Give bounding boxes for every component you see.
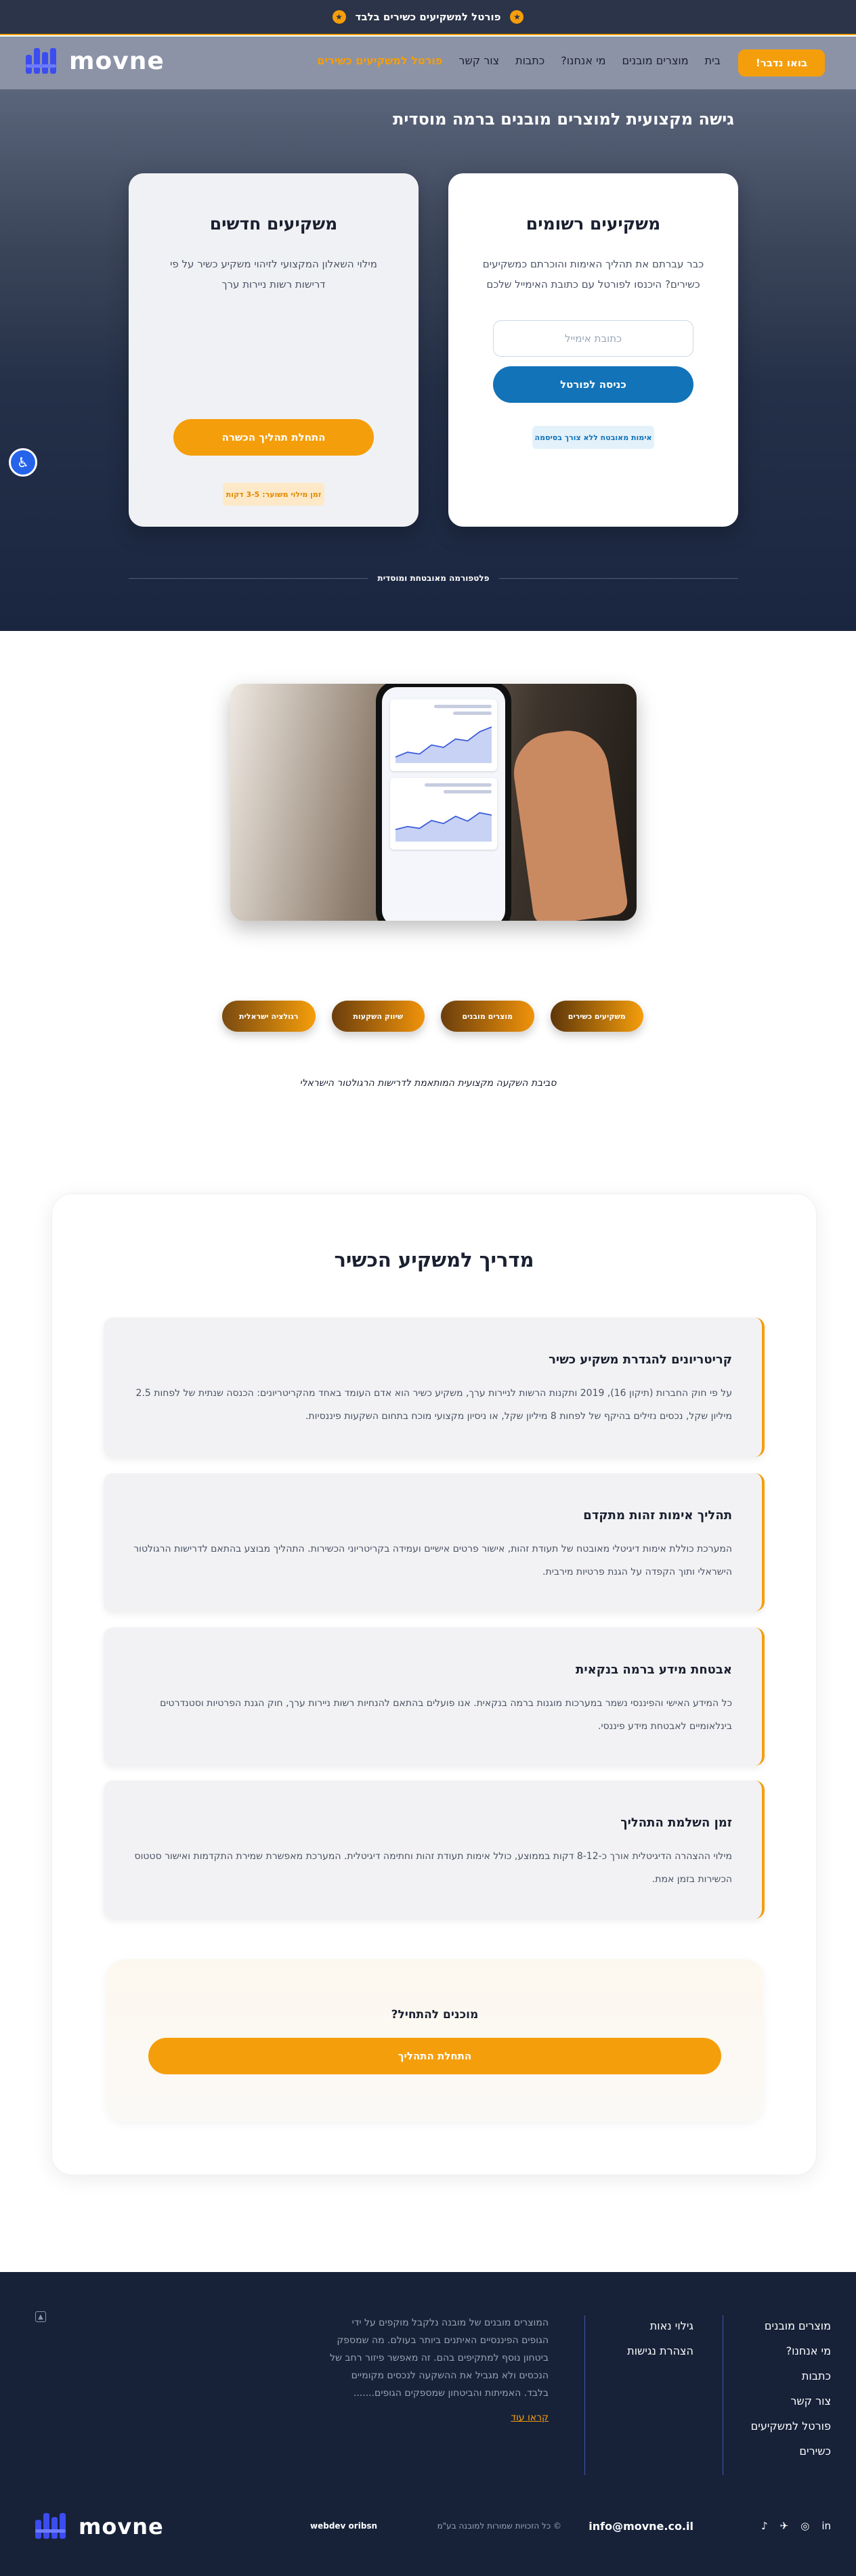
- nav-item-contact[interactable]: צור קשר: [458, 54, 499, 67]
- registered-card-title: משקיעים רשומים: [526, 214, 661, 234]
- guide-item: קריטריונים להגדרת משקיע כשיר על פי חוק ה…: [104, 1317, 765, 1457]
- nav-item-portal[interactable]: פורטל למשקיעים כשירים: [317, 54, 442, 67]
- star-icon: ★: [510, 10, 524, 24]
- footer-bottom-bar: movne webdev oribsn © כל הזכויות שמורות …: [0, 2505, 856, 2546]
- footer-link[interactable]: מי אנחנו?: [751, 2344, 831, 2357]
- footer-link[interactable]: פורטל למשקיעים: [751, 2420, 831, 2432]
- email-input[interactable]: כתובת אימייל: [493, 320, 693, 357]
- guide-item-text: מילוי ההצהרה הדיגיטלית אורך כ-8-12 דקות …: [134, 1851, 732, 1885]
- footer-legal-nav: גילוי נאות הצהרת נגישות: [627, 2319, 693, 2370]
- phone-chart-card: [390, 699, 497, 771]
- guide-item-title: אבטחת מידע ברמה בנקאית: [576, 1663, 732, 1677]
- divider-label: פלטפורמה מאובטחת ומוסדית: [377, 573, 490, 583]
- guide-item-text: כל המידע האישי והפיננסי נשמר במערכות מוג…: [160, 1698, 732, 1732]
- new-card-title: משקיעים חדשים: [209, 214, 338, 234]
- ready-to-start-box: מוכנים להתחיל? התחלת התהליך: [106, 1959, 763, 2122]
- footer-main-nav: מוצרים מובנים מי אנחנו? כתבות צור קשר פו…: [751, 2319, 831, 2470]
- tiktok-icon[interactable]: ♪: [761, 2520, 768, 2532]
- guide-item-title: זמן השלמת התהליך: [620, 1816, 732, 1830]
- features-caption: סביבת השקעה מקצועית המותאמת לדרישות הרגו…: [299, 1078, 557, 1089]
- hand-image: [509, 725, 629, 921]
- footer-link[interactable]: צור קשר: [751, 2395, 831, 2407]
- pill-israeli-regulation[interactable]: רגולציה ישראלית: [222, 1001, 316, 1032]
- line-chart-icon: [395, 812, 492, 842]
- new-investors-card: משקיעים חדשים מילוי השאלון המקצועי לזיהו…: [129, 173, 419, 527]
- divider-line: [128, 577, 368, 579]
- footer-divider: [584, 2315, 585, 2475]
- announcement-text: פורטל למשקיעים כשירים בלבד: [355, 11, 501, 23]
- hero-section: גישה מקצועית למוצרים מובנים ברמה מוסדית …: [0, 89, 856, 631]
- registered-investors-card: משקיעים רשומים כבר עברתם את תהליך האימות…: [448, 173, 738, 527]
- footer-link[interactable]: מוצרים מובנים: [751, 2319, 831, 2332]
- pill-qualified-investors[interactable]: משקיעים כשירים: [550, 1001, 643, 1032]
- movne-logo[interactable]: movne: [26, 47, 165, 75]
- guide-item: תהליך אימות זהות מתקדם המערכת כוללת אימו…: [104, 1473, 765, 1611]
- phone-dashboard-photo: [230, 684, 637, 921]
- phone-screen: [382, 687, 505, 921]
- footer-logo[interactable]: movne: [35, 2513, 164, 2540]
- qualified-investor-guide: מדריך למשקיע הכשיר קריטריונים להגדרת משק…: [51, 1194, 817, 2175]
- guide-title: מדריך למשקיע הכשיר: [334, 1248, 534, 1271]
- new-card-text: מילוי השאלון המקצועי לזיהוי משקיע כשיר ע…: [170, 258, 377, 290]
- footer-email-link[interactable]: info@movne.co.il: [588, 2520, 693, 2533]
- social-links: in ◎ ✈ ♪: [761, 2520, 831, 2532]
- start-process-button[interactable]: התחלת התהליך: [148, 2038, 721, 2074]
- footer-link[interactable]: כשירים: [751, 2445, 831, 2458]
- accessibility-icon[interactable]: ♿: [9, 448, 37, 477]
- feature-pills: רגולציה ישראלית שיווק השקעות מוצרים מובנ…: [222, 1001, 643, 1032]
- start-qualification-button[interactable]: התחלת תהליך הכשרה: [173, 419, 374, 456]
- guide-item-text: המערכת כוללת אימות דיגיטלי מאובטח של תעו…: [133, 1544, 732, 1577]
- copyright-text: © כל הזכויות שמורות למובנה בע"מ: [437, 2521, 561, 2531]
- back-to-top-icon[interactable]: ▲: [35, 2311, 46, 2322]
- logo-mark-icon: [26, 47, 64, 75]
- logo-text: movne: [69, 47, 165, 75]
- fill-time-note: זמן מילוי משוער: 3-5 דקות: [223, 483, 324, 506]
- site-footer: מוצרים מובנים מי אנחנו? כתבות צור קשר פו…: [0, 2272, 856, 2576]
- footer-link[interactable]: הצהרת נגישות: [627, 2344, 693, 2357]
- footer-about-text: המוצרים מובנים של מובנה נלקבל מוקפים על …: [330, 2317, 549, 2399]
- guide-item-title: קריטריונים להגדרת משקיע כשיר: [549, 1353, 732, 1367]
- divider-line: [498, 577, 738, 579]
- phone-chart-card: [390, 778, 497, 850]
- pill-structured-products[interactable]: מוצרים מובנים: [441, 1001, 534, 1032]
- developer-credit[interactable]: webdev oribsn: [310, 2521, 377, 2531]
- registered-card-text: כבר עברתם את תהליך האימות והוכרתם כמשקיע…: [482, 258, 704, 290]
- instagram-icon[interactable]: ◎: [800, 2520, 809, 2532]
- nav-item-articles[interactable]: כתבות: [515, 54, 544, 67]
- guide-item-title: תהליך אימות זהות מתקדם: [583, 1508, 732, 1523]
- read-more-link[interactable]: קראו עוד: [325, 2409, 549, 2426]
- main-nav: בית מוצרים מובנים מי אנחנו? כתבות צור קש…: [317, 54, 721, 67]
- pill-investment-marketing[interactable]: שיווק השקעות: [331, 1001, 425, 1032]
- portal-announcement-bar: ★ פורטל למשקיעים כשירים בלבד ★: [0, 0, 856, 35]
- telegram-icon[interactable]: ✈: [780, 2520, 789, 2532]
- nav-item-about[interactable]: מי אנחנו?: [561, 54, 605, 67]
- footer-about: המוצרים מובנים של מובנה נלקבל מוקפים על …: [325, 2314, 549, 2426]
- footer-link[interactable]: גילוי נאות: [627, 2319, 693, 2332]
- nav-item-home[interactable]: בית: [705, 54, 721, 67]
- secure-platform-divider: פלטפורמה מאובטחת ומוסדית: [128, 571, 738, 585]
- logo-text: movne: [79, 2514, 164, 2539]
- logo-mark-icon: [35, 2513, 73, 2540]
- footer-link[interactable]: כתבות: [751, 2370, 831, 2382]
- guide-item: זמן השלמת התהליך מילוי ההצהרה הדיגיטלית …: [104, 1781, 765, 1919]
- smartphone-image: [376, 684, 511, 921]
- linkedin-icon[interactable]: in: [821, 2520, 831, 2532]
- hero-title: גישה מקצועית למוצרים מובנים ברמה מוסדית: [393, 110, 734, 129]
- line-chart-icon: [395, 726, 492, 764]
- guide-item: אבטחת מידע ברמה בנקאית כל המידע האישי וה…: [104, 1628, 765, 1766]
- passwordless-note: אימות מאובטח ללא צורך בסיסמה: [532, 426, 654, 449]
- ready-title: מוכנים להתחיל?: [391, 2008, 479, 2022]
- star-icon: ★: [332, 10, 346, 24]
- portal-login-button[interactable]: כניסה לפורטל: [493, 366, 693, 403]
- lets-talk-button[interactable]: בואו נדבר!: [738, 49, 825, 77]
- site-header: movne בית מוצרים מובנים מי אנחנו? כתבות …: [0, 37, 856, 89]
- nav-item-structured-products[interactable]: מוצרים מובנים: [622, 54, 689, 67]
- guide-item-text: על פי חוק החברות (תיקון 16), 2019 ותקנות…: [135, 1388, 732, 1422]
